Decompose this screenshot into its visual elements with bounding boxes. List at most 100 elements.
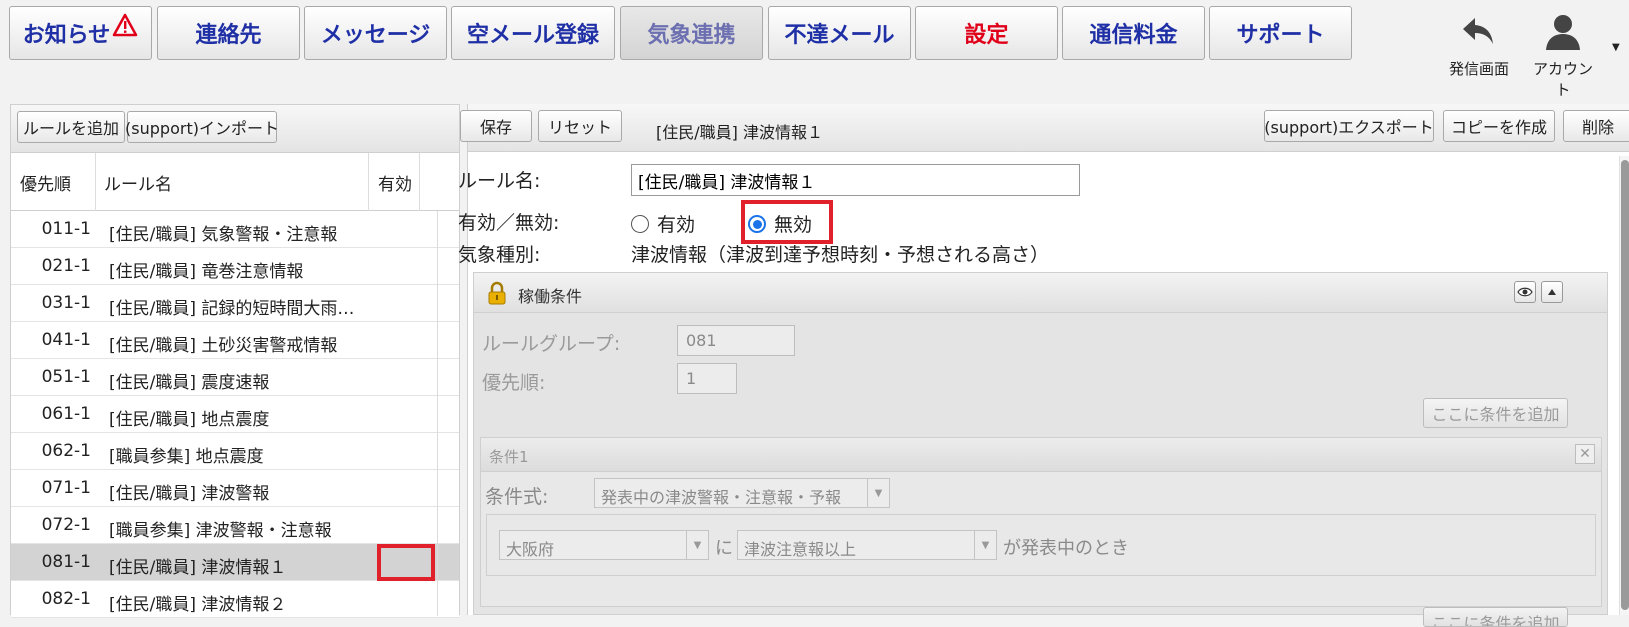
table-row[interactable]: 051-1 [住民/職員] 震度速報	[11, 359, 459, 396]
table-row[interactable]: 071-1 [住民/職員] 津波警報	[11, 470, 459, 507]
row-name: [住民/職員] 気象警報・注意報	[109, 225, 338, 245]
delete-label: 削除	[1581, 118, 1614, 137]
collapse-icon[interactable]	[1541, 281, 1563, 303]
row-enabled-cell	[377, 470, 435, 507]
priority-input[interactable]: 1	[677, 363, 737, 394]
copy-label: コピーを作成	[1450, 118, 1547, 137]
condition-expr-value: 発表中の津波警報・注意報・予報	[601, 488, 842, 507]
section-header[interactable]: 稼働条件	[474, 273, 1607, 313]
export-label: (support)エクスポート	[1264, 118, 1434, 137]
particle-ni: に	[715, 538, 733, 559]
row-priority: 051-1	[41, 367, 91, 387]
table-row[interactable]: 021-1 [住民/職員] 竜巻注意情報	[11, 248, 459, 285]
row-name: [住民/職員] 津波情報１	[109, 558, 287, 578]
row-enabled-cell	[377, 211, 435, 248]
nav-news-button[interactable]: お知らせ	[9, 6, 152, 60]
chevron-down-icon: ▼	[867, 479, 889, 507]
export-button[interactable]: (support)エクスポート	[1264, 110, 1434, 142]
nav-fees-label: 通信料金	[1089, 23, 1178, 48]
row-priority: 082-1	[41, 589, 91, 609]
import-button[interactable]: (support)インポート	[125, 111, 279, 143]
level-value: 津波注意報以上	[744, 540, 857, 559]
nav-messages-label: メッセージ	[320, 23, 431, 48]
rule-table-body: 011-1 [住民/職員] 気象警報・注意報 021-1 [住民/職員] 竜巻注意情…	[11, 211, 459, 618]
table-row[interactable]: 082-1 [住民/職員] 津波情報２	[11, 581, 459, 618]
row-enabled-cell	[377, 581, 435, 618]
row-priority: 041-1	[41, 330, 91, 350]
delete-button[interactable]: 削除	[1563, 110, 1629, 142]
priority-label: 優先順:	[482, 372, 546, 394]
nav-undelivered-button[interactable]: 不達メール	[768, 6, 911, 60]
row-priority: 072-1	[41, 515, 91, 535]
nav-fees-button[interactable]: 通信料金	[1062, 6, 1205, 60]
table-row[interactable]: 011-1 [住民/職員] 気象警報・注意報	[11, 211, 459, 248]
row-name: [住民/職員] 土砂災害警戒情報	[109, 336, 338, 356]
vertical-scrollbar[interactable]	[1619, 156, 1629, 615]
rule-list-panel: ルールを追加 (support)インポート 優先順 ルール名 有効 011-1 […	[10, 104, 460, 618]
enabled-radio[interactable]: 有効	[631, 210, 695, 237]
nav-weather-button[interactable]: 気象連携	[620, 6, 763, 60]
table-row[interactable]: 062-1 [職員参集] 地点震度	[11, 433, 459, 470]
top-navigation: お知らせ 連絡先 メッセージ 空メール登録 気象連携 不達メール 設定 通信料金…	[0, 0, 1629, 100]
row-priority: 021-1	[41, 256, 91, 276]
account-button[interactable]: アカウント	[1528, 8, 1598, 100]
add-rule-button[interactable]: ルールを追加	[17, 111, 125, 143]
send-screen-button[interactable]: 発信画面	[1444, 8, 1514, 79]
copy-button[interactable]: コピーを作成	[1443, 110, 1555, 142]
account-label: アカウント	[1532, 60, 1593, 99]
column-divider	[368, 153, 369, 211]
col-enabled-header[interactable]: 有効	[378, 153, 412, 211]
prefecture-value: 大阪府	[506, 540, 555, 559]
nav-contacts-button[interactable]: 連絡先	[157, 6, 300, 60]
col-priority-header[interactable]: 優先順	[20, 153, 71, 211]
condition-suffix: が発表中のとき	[1003, 538, 1129, 559]
table-row-selected[interactable]: 081-1 [住民/職員] 津波情報１	[11, 544, 459, 581]
close-icon[interactable]: ✕	[1575, 444, 1595, 464]
table-row[interactable]: 031-1 [住民/職員] 記録的短時間大雨…	[11, 285, 459, 322]
radio-off-icon	[631, 214, 649, 233]
save-button[interactable]: 保存	[460, 110, 532, 142]
reset-button[interactable]: リセット	[538, 110, 622, 142]
import-label: (support)インポート	[125, 119, 279, 138]
col-name-header[interactable]: ルール名	[104, 153, 172, 211]
prefecture-select[interactable]: 大阪府 ▼	[499, 530, 709, 560]
table-row[interactable]: 072-1 [職員参集] 津波警報・注意報	[11, 507, 459, 544]
rule-name-label: ルール名:	[458, 170, 541, 192]
user-icon	[1546, 15, 1580, 50]
nav-empty-mail-button[interactable]: 空メール登録	[451, 6, 615, 60]
eye-icon[interactable]	[1514, 281, 1536, 303]
weather-type-value: 津波情報（津波到達予想時刻・予想される高さ）	[631, 244, 1050, 266]
rule-detail-title: [住民/職員] 津波情報１	[656, 123, 823, 142]
chevron-down-icon[interactable]: ▼	[1612, 42, 1620, 53]
add-condition-button[interactable]: ここに条件を追加	[1423, 398, 1568, 428]
rule-group-label: ルールグループ:	[482, 333, 621, 355]
add-condition-label: ここに条件を追加	[1431, 614, 1560, 627]
add-condition-button-lower[interactable]: ここに条件を追加	[1423, 607, 1568, 627]
nav-settings-button[interactable]: 設定	[915, 6, 1058, 60]
table-row[interactable]: 061-1 [住民/職員] 地点震度	[11, 396, 459, 433]
rule-name-input[interactable]	[631, 164, 1080, 196]
row-enabled-cell	[377, 396, 435, 433]
condition-header: 条件1 ✕	[481, 438, 1601, 472]
column-divider	[419, 153, 420, 211]
nav-support-label: サポート	[1236, 23, 1325, 48]
row-name: [住民/職員] 竜巻注意情報	[109, 262, 304, 282]
section-title: 稼働条件	[518, 287, 583, 306]
scrollbar-thumb[interactable]	[1621, 160, 1629, 610]
level-select[interactable]: 津波注意報以上 ▼	[737, 530, 997, 560]
nav-weather-label: 気象連携	[647, 23, 736, 48]
chevron-down-icon: ▼	[686, 531, 708, 559]
lock-icon	[486, 281, 508, 309]
row-enabled-cell-highlight[interactable]	[377, 544, 435, 581]
warning-icon	[112, 13, 138, 43]
nav-undelivered-label: 不達メール	[784, 23, 895, 48]
row-name: [住民/職員] 震度速報	[109, 373, 270, 393]
nav-support-button[interactable]: サポート	[1209, 6, 1352, 60]
enabled-radio-label: 有効	[657, 214, 696, 236]
column-divider	[437, 211, 438, 616]
nav-messages-button[interactable]: メッセージ	[304, 6, 447, 60]
condition-expr-select[interactable]: 発表中の津波警報・注意報・予報 ▼	[594, 478, 890, 508]
rule-group-input[interactable]: 081	[677, 325, 795, 356]
table-row[interactable]: 041-1 [住民/職員] 土砂災害警戒情報	[11, 322, 459, 359]
row-priority: 071-1	[41, 478, 91, 498]
